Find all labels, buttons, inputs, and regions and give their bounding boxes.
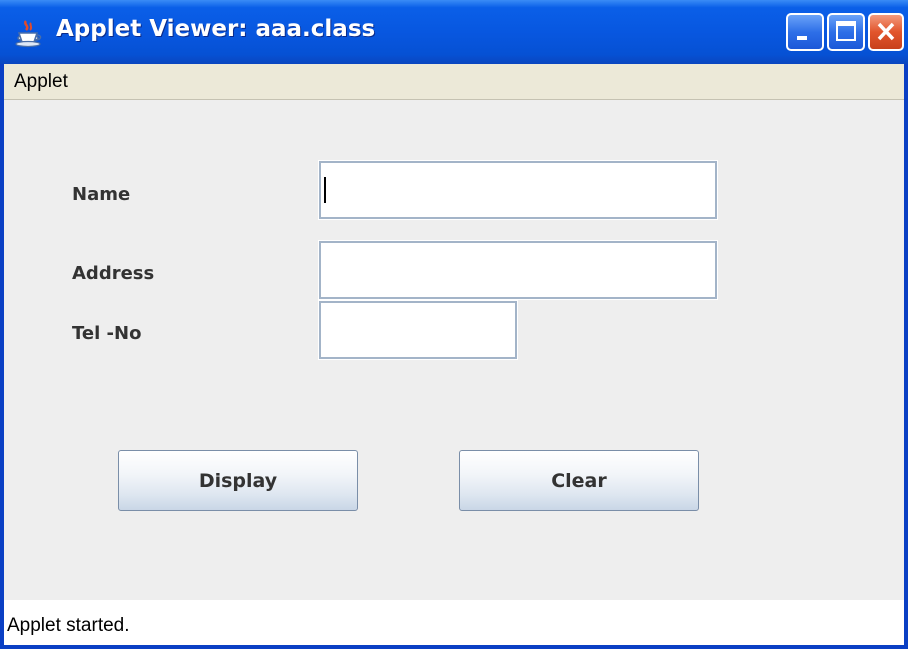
java-cup-icon (14, 18, 44, 48)
name-field[interactable] (318, 160, 718, 220)
address-label: Address (72, 263, 155, 284)
display-button[interactable]: Display (118, 450, 358, 511)
status-bar: Applet started. (4, 600, 904, 645)
menu-bar: Applet (4, 64, 904, 100)
applet-panel: Name Address Tel -No Display Clear (4, 100, 904, 600)
window-title: Applet Viewer: aaa.class (56, 16, 376, 42)
tel-no-label: Tel -No (72, 323, 142, 344)
clear-button[interactable]: Clear (459, 450, 699, 511)
maximize-icon (836, 21, 856, 41)
menu-applet[interactable]: Applet (14, 71, 68, 93)
applet-viewer-window: Applet Viewer: aaa.class Applet Name Add… (0, 0, 908, 649)
close-button[interactable] (868, 13, 904, 51)
title-bar[interactable]: Applet Viewer: aaa.class (0, 0, 908, 64)
address-field[interactable] (318, 240, 718, 300)
minimize-icon (797, 36, 807, 40)
text-caret (324, 177, 326, 203)
status-text: Applet started. (7, 615, 130, 636)
minimize-button[interactable] (786, 13, 824, 51)
close-icon (877, 22, 895, 41)
tel-no-field[interactable] (318, 300, 518, 360)
maximize-button[interactable] (827, 13, 865, 51)
name-label: Name (72, 184, 131, 205)
